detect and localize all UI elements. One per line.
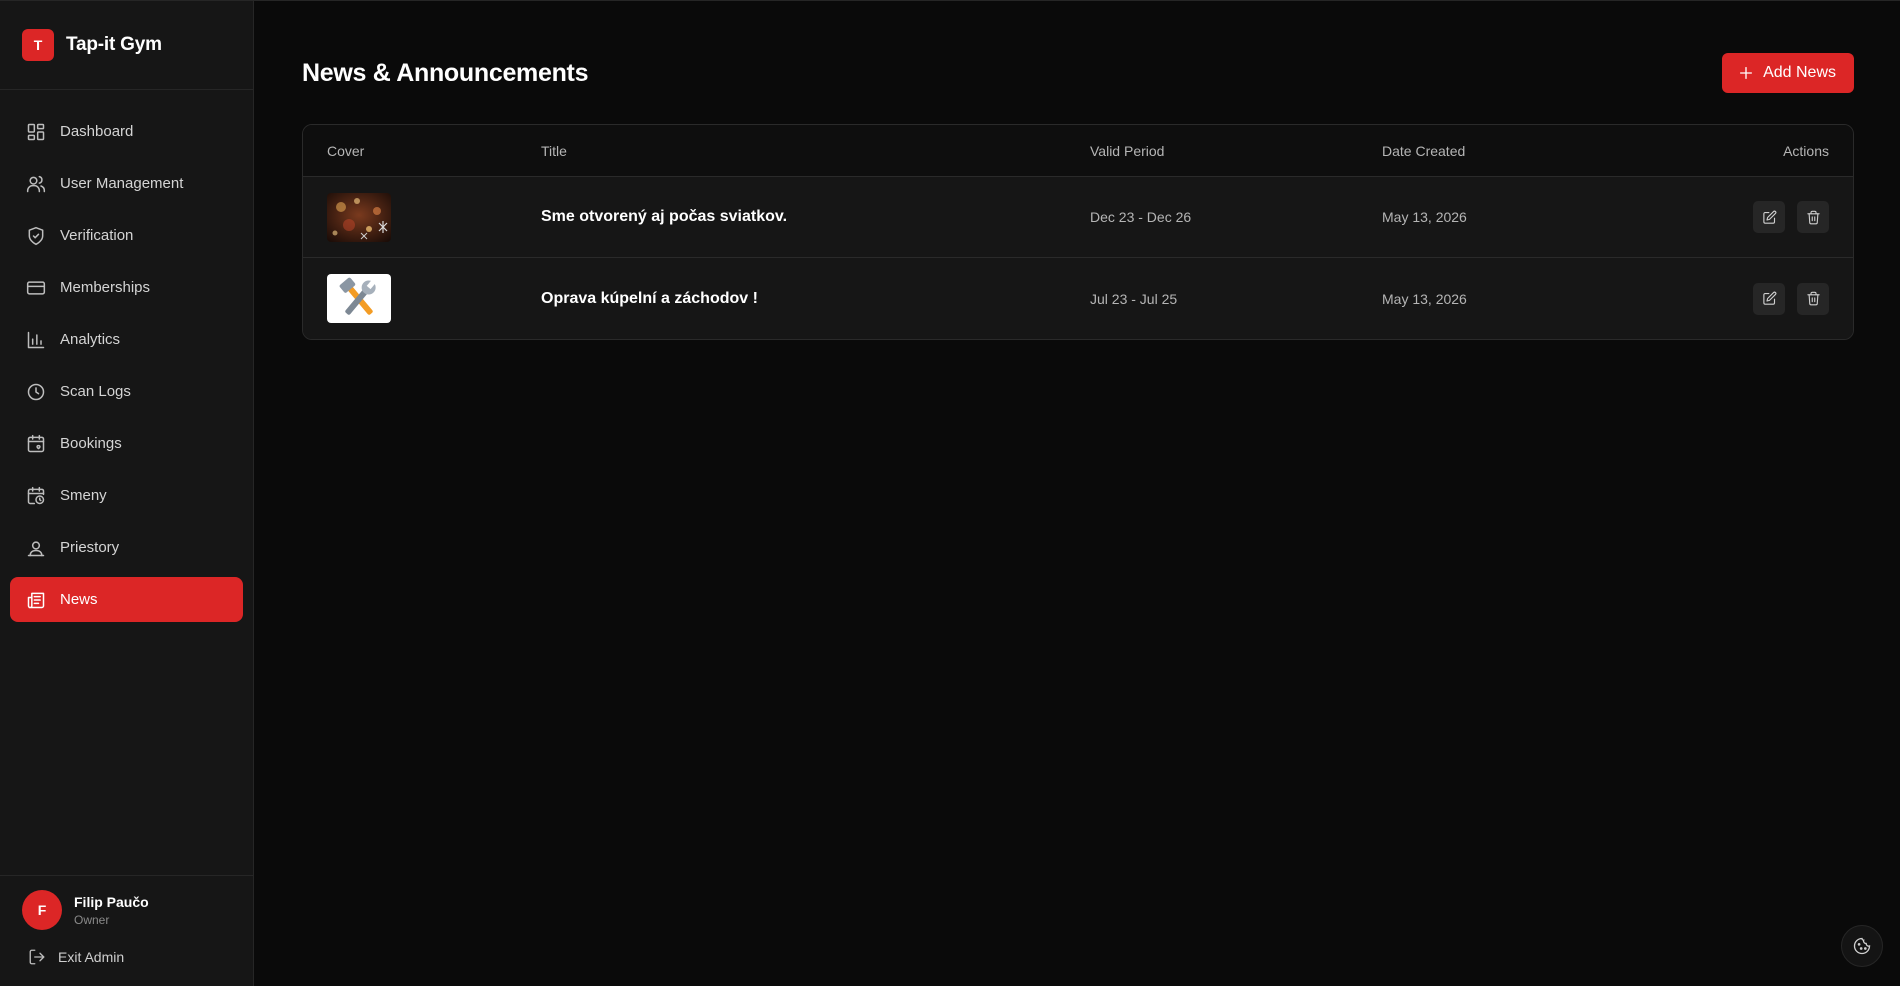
trash-icon xyxy=(1806,210,1820,224)
sidebar-item-label: Dashboard xyxy=(60,123,134,140)
sidebar-item-analytics[interactable]: Analytics xyxy=(10,317,243,362)
sidebar-item-smeny[interactable]: Smeny xyxy=(10,473,243,518)
sidebar: T Tap-it Gym Dashboard User Management V… xyxy=(0,1,254,986)
column-header-actions: Actions xyxy=(1783,142,1829,159)
cookie-settings-button[interactable] xyxy=(1841,925,1883,967)
sidebar-item-news[interactable]: News xyxy=(10,577,243,622)
sidebar-item-user-management[interactable]: User Management xyxy=(10,161,243,206)
sidebar-item-label: Bookings xyxy=(60,435,122,452)
user-profile[interactable]: F Filip Paučo Owner xyxy=(22,890,253,930)
news-title: Oprava kúpelní a záchodov ! xyxy=(541,289,758,307)
main-content: News & Announcements Add News Cover Titl… xyxy=(254,1,1900,986)
sidebar-item-priestory[interactable]: Priestory xyxy=(10,525,243,570)
sidebar-item-bookings[interactable]: Bookings xyxy=(10,421,243,466)
news-valid-period: Dec 23 - Dec 26 xyxy=(1090,209,1192,225)
column-header-date-created: Date Created xyxy=(1382,142,1466,159)
news-valid-period: Jul 23 - Jul 25 xyxy=(1090,290,1178,307)
sidebar-item-label: Scan Logs xyxy=(60,383,131,400)
sidebar-nav: Dashboard User Management Verification M… xyxy=(0,90,253,875)
sidebar-item-label: Priestory xyxy=(60,539,120,556)
news-date-created: May 13, 2026 xyxy=(1382,209,1467,225)
delete-button[interactable] xyxy=(1797,201,1829,233)
user-name: Filip Paučo xyxy=(74,893,149,910)
sidebar-footer: F Filip Paučo Owner Exit Admin xyxy=(0,875,253,986)
sidebar-item-label: Memberships xyxy=(60,279,151,296)
column-header-title: Title xyxy=(541,142,567,159)
clock-icon xyxy=(27,383,45,400)
sidebar-item-label: Analytics xyxy=(60,331,121,348)
logout-icon xyxy=(29,949,45,965)
sidebar-item-memberships[interactable]: Memberships xyxy=(10,265,243,310)
calendar-clock-icon xyxy=(27,486,45,504)
edit-button[interactable] xyxy=(1753,282,1785,315)
brand-name: Tap-it Gym xyxy=(66,34,162,55)
sidebar-item-label: User Management xyxy=(60,175,184,192)
users-icon xyxy=(26,175,46,192)
table-row: Oprava kúpelní a záchodov ! Jul 23 - Jul… xyxy=(303,258,1853,339)
news-title: Sme otvorený aj počas sviatkov. xyxy=(541,208,788,225)
map-pin-user-icon xyxy=(27,540,45,556)
delete-button[interactable] xyxy=(1797,282,1829,315)
plus-icon xyxy=(1740,67,1753,79)
trash-icon xyxy=(1806,291,1820,306)
edit-icon xyxy=(1762,210,1776,224)
column-header-cover: Cover xyxy=(327,142,365,159)
cookie-icon xyxy=(1853,937,1871,955)
sidebar-item-label: Verification xyxy=(60,227,134,244)
news-table: Cover Title Valid Period Date Created Ac… xyxy=(302,124,1854,340)
page-header: News & Announcements Add News xyxy=(302,53,1854,93)
newspaper-icon xyxy=(27,592,45,608)
bar-chart-icon xyxy=(27,331,45,348)
add-news-button[interactable]: Add News xyxy=(1722,53,1854,93)
tools-repair-image xyxy=(327,274,391,323)
sidebar-item-label: News xyxy=(60,591,98,608)
sidebar-item-dashboard[interactable]: Dashboard xyxy=(10,109,243,154)
sidebar-item-scan-logs[interactable]: Scan Logs xyxy=(10,369,243,414)
table-header: Cover Title Valid Period Date Created Ac… xyxy=(303,125,1853,177)
brand-logo: T xyxy=(22,29,54,61)
edit-icon xyxy=(1762,291,1776,305)
brand: T Tap-it Gym xyxy=(0,1,253,90)
exit-admin-button[interactable]: Exit Admin xyxy=(22,948,253,966)
sidebar-item-label: Smeny xyxy=(60,487,107,504)
dashboard-icon xyxy=(27,123,45,140)
exit-admin-label: Exit Admin xyxy=(58,949,125,965)
edit-button[interactable] xyxy=(1753,201,1785,233)
table-row: Sme otvorený aj počas sviatkov. Dec 23 -… xyxy=(303,177,1853,258)
shield-check-icon xyxy=(28,226,44,245)
credit-card-icon xyxy=(26,280,46,295)
add-news-label: Add News xyxy=(1763,64,1836,81)
user-role: Owner xyxy=(74,912,110,927)
app-root: T Tap-it Gym Dashboard User Management V… xyxy=(0,0,1900,986)
sidebar-item-verification[interactable]: Verification xyxy=(10,213,243,258)
avatar: F xyxy=(22,890,62,930)
news-date-created: May 13, 2026 xyxy=(1382,290,1467,307)
column-header-valid-period: Valid Period xyxy=(1090,142,1165,159)
page-title: News & Announcements xyxy=(302,58,589,87)
calendar-heart-icon xyxy=(27,434,45,452)
christmas-lights-image xyxy=(327,192,391,242)
